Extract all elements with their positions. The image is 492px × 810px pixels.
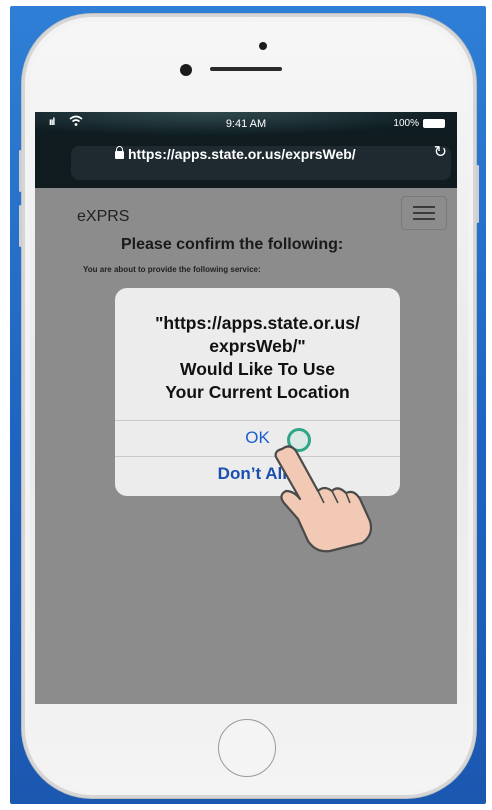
divider	[115, 420, 400, 421]
proximity-sensor	[259, 42, 267, 50]
browser-url-bar: https://apps.state.or.us/exprsWeb/ ↻	[35, 136, 457, 188]
dialog-message: "https://apps.state.or.us/ exprsWeb/" Wo…	[115, 312, 400, 404]
url-text: https://apps.state.or.us/exprsWeb/	[128, 146, 356, 162]
dialog-line: exprsWeb/"	[209, 336, 306, 356]
front-camera	[180, 64, 192, 76]
earpiece-speaker	[210, 67, 282, 71]
dialog-line: Your Current Location	[165, 382, 350, 402]
lock-icon	[115, 146, 124, 159]
reload-icon[interactable]: ↻	[434, 142, 447, 162]
hamburger-line	[413, 218, 435, 220]
url-display[interactable]: https://apps.state.or.us/exprsWeb/	[115, 146, 356, 162]
site-brand[interactable]: eXPRS	[77, 208, 129, 226]
dialog-line: "https://apps.state.or.us/	[155, 313, 360, 333]
web-page: eXPRS Please confirm the following: You …	[35, 188, 457, 704]
battery-percent: 100%	[393, 118, 419, 129]
hamburger-line	[413, 206, 435, 208]
status-bar: ııl 9:41 AM 100%	[35, 112, 457, 136]
hamburger-line	[413, 212, 435, 214]
page-title: Please confirm the following:	[121, 236, 344, 253]
volume-button-2	[19, 205, 22, 247]
phone-screen: ııl 9:41 AM 100% https://apps.state.or.u…	[35, 112, 457, 704]
page-subtitle: You are about to provide the following s…	[83, 265, 261, 274]
battery-status: 100%	[393, 118, 445, 129]
menu-button[interactable]	[401, 196, 447, 230]
battery-icon	[423, 119, 445, 128]
pointing-hand-icon	[260, 443, 380, 558]
power-button	[476, 165, 479, 223]
volume-button	[19, 150, 22, 192]
dialog-line: Would Like To Use	[180, 359, 335, 379]
home-button[interactable]	[218, 719, 276, 777]
